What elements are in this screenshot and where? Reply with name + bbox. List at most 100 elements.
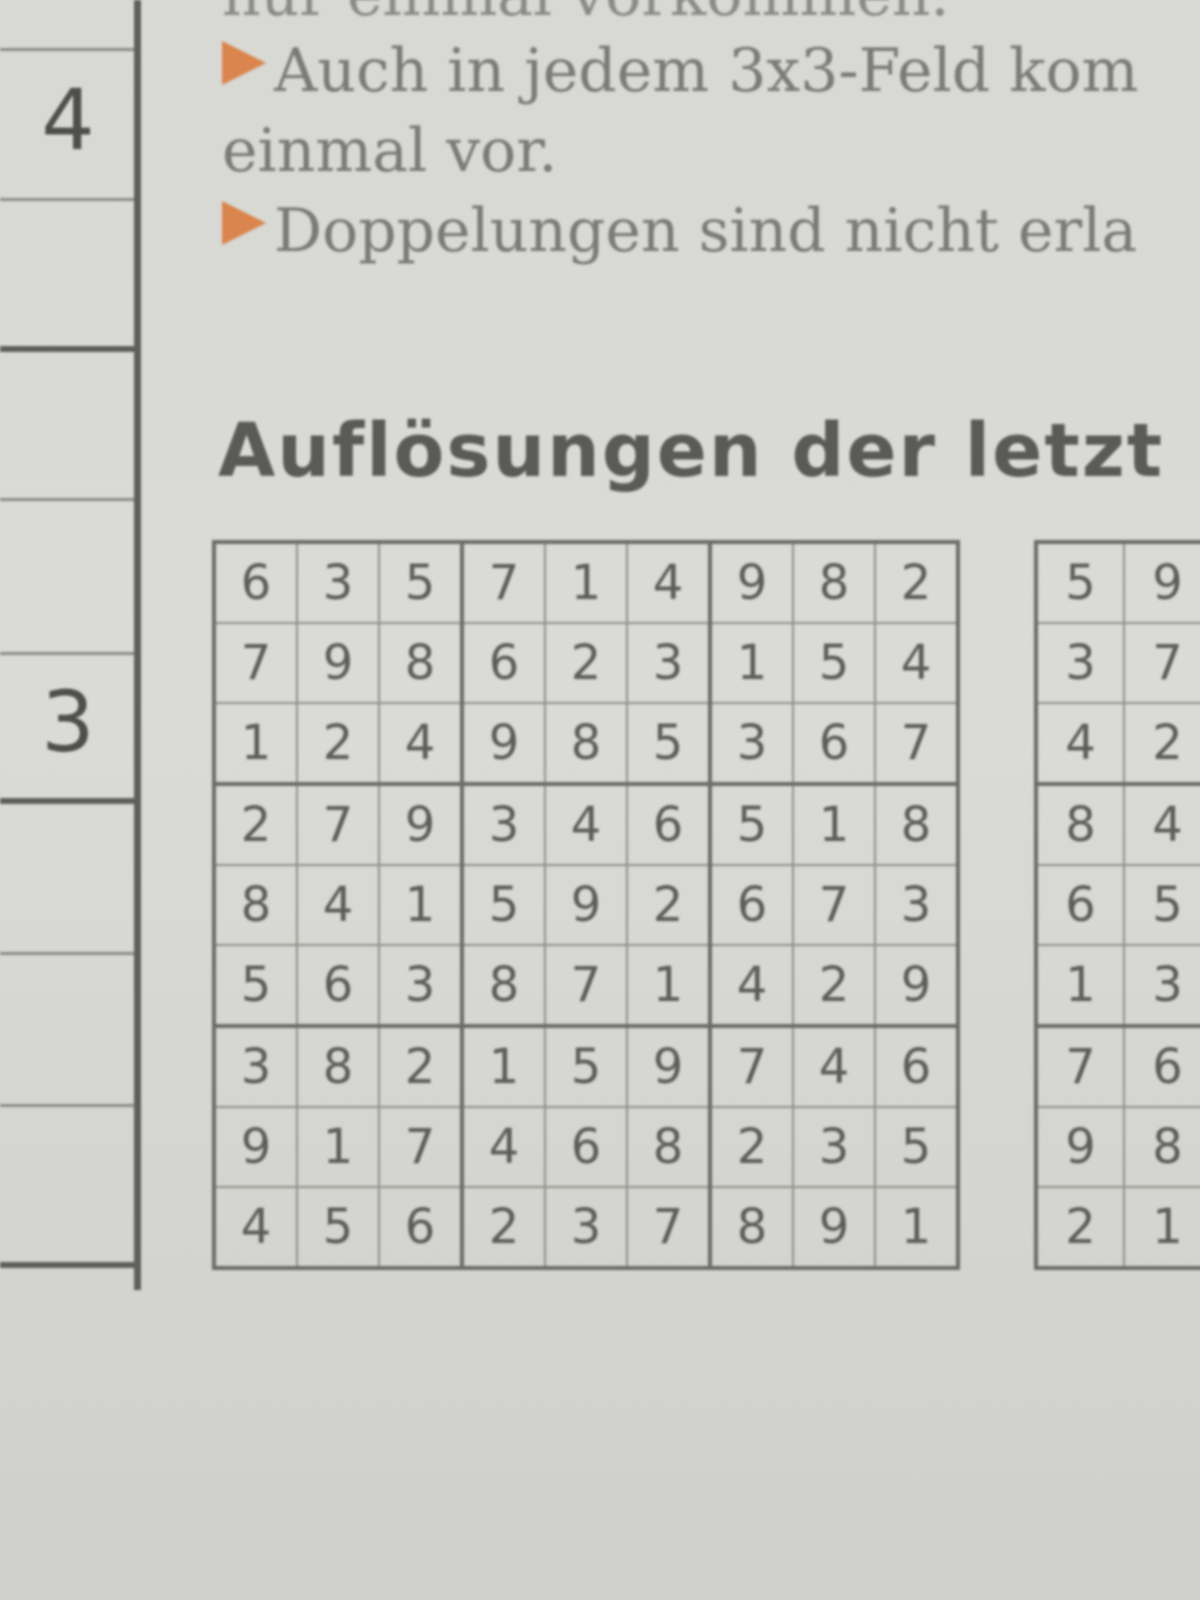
grid-cell: 1	[460, 1024, 546, 1108]
grid-cell: 1	[1123, 1186, 1200, 1269]
grid-cell: 4	[1035, 702, 1125, 785]
grid-cell: 8	[626, 1106, 711, 1188]
grid-row: 13	[1035, 944, 1200, 1027]
newspaper-page: 4 3 nur einmal vorkommen. Auch in jedem …	[0, 0, 1200, 1600]
grid-cell: 7	[626, 1186, 711, 1269]
grid-cell: 1	[378, 864, 463, 946]
grid-cell: 4	[874, 622, 959, 704]
grid-cell: 8	[296, 1024, 380, 1108]
grid-cell: 3	[378, 944, 463, 1027]
arrow-icon	[222, 201, 266, 245]
grid-cell: 3	[626, 622, 711, 704]
grid-cell: 9	[874, 944, 959, 1027]
grid-row: 37	[1035, 622, 1200, 704]
rule-line-2: Doppelungen sind nicht erla	[222, 196, 1137, 266]
sidebar-number-column: 4 3	[0, 0, 141, 1290]
grid-cell: 1	[213, 702, 298, 785]
grid-row: 798623154	[213, 622, 959, 704]
grid-cell: 8	[460, 944, 546, 1027]
grid-cell: 6	[874, 1024, 959, 1108]
divider	[0, 48, 134, 51]
grid-cell: 8	[1035, 782, 1125, 866]
grid-row: 279346518	[213, 782, 959, 866]
grid-cell: 4	[792, 1024, 876, 1108]
grid-cell: 2	[1123, 702, 1200, 785]
grid-cell: 5	[544, 1024, 628, 1108]
sudoku-solution-grid-partial: 593742846513769821	[1034, 540, 1200, 1270]
grid-cell: 4	[213, 1186, 298, 1269]
grid-cell: 6	[792, 702, 876, 785]
divider	[0, 952, 134, 955]
grid-row: 563871429	[213, 944, 959, 1027]
grid-cell: 3	[1035, 622, 1125, 704]
grid-cell: 3	[296, 541, 380, 624]
grid-row: 382159746	[213, 1024, 959, 1108]
grid-row: 124985367	[213, 702, 959, 785]
rule-line-cutoff: nur einmal vorkommen.	[222, 0, 950, 30]
grid-cell: 7	[378, 1106, 463, 1188]
rule-text: Auch in jedem 3x3-Feld kom	[274, 36, 1139, 106]
grid-row: 42	[1035, 702, 1200, 785]
grid-cell: 9	[544, 864, 628, 946]
grid-cell: 4	[708, 944, 794, 1027]
grid-cell: 8	[1123, 1106, 1200, 1188]
divider	[0, 652, 134, 655]
grid-row: 76	[1035, 1024, 1200, 1108]
arrow-icon	[222, 41, 266, 85]
grid-row: 21	[1035, 1186, 1200, 1269]
section-heading: Auflösungen der letzt	[218, 408, 1165, 494]
grid-cell: 7	[1123, 622, 1200, 704]
grid-row: 917468235	[213, 1106, 959, 1188]
divider	[0, 1262, 134, 1268]
grid-cell: 3	[708, 702, 794, 785]
grid-cell: 5	[708, 782, 794, 866]
grid-cell: 7	[874, 702, 959, 785]
grid-cell: 2	[708, 1106, 794, 1188]
grid-cell: 2	[296, 702, 380, 785]
grid-cell: 8	[213, 864, 298, 946]
grid-cell: 4	[296, 864, 380, 946]
grid-cell: 5	[1123, 864, 1200, 946]
grid-row: 456237891	[213, 1186, 959, 1269]
grid-cell: 6	[460, 622, 546, 704]
grid-cell: 6	[1035, 864, 1125, 946]
grid-cell: 6	[544, 1106, 628, 1188]
grid-cell: 1	[544, 541, 628, 624]
divider	[0, 1104, 134, 1107]
rule-line-1: Auch in jedem 3x3-Feld kom	[222, 36, 1139, 106]
grid-cell: 5	[626, 702, 711, 785]
grid-cell: 2	[1035, 1186, 1125, 1269]
grid-cell: 1	[708, 622, 794, 704]
grid-cell: 4	[460, 1106, 546, 1188]
grid-cell: 5	[460, 864, 546, 946]
grid-row: 84	[1035, 782, 1200, 866]
grid-cell: 1	[296, 1106, 380, 1188]
grid-row: 65	[1035, 864, 1200, 946]
grid-row: 98	[1035, 1106, 1200, 1188]
grid-cell: 2	[626, 864, 711, 946]
grid-cell: 3	[213, 1024, 298, 1108]
grid-cell: 5	[792, 622, 876, 704]
grid-cell: 3	[1123, 944, 1200, 1027]
grid-cell: 5	[874, 1106, 959, 1188]
sidebar-number: 4	[41, 71, 95, 169]
grid-cell: 8	[378, 622, 463, 704]
grid-cell: 6	[296, 944, 380, 1027]
grid-cell: 6	[378, 1186, 463, 1269]
grid-cell: 9	[213, 1106, 298, 1188]
grid-cell: 2	[378, 1024, 463, 1108]
divider	[0, 198, 134, 201]
grid-cell: 8	[792, 541, 876, 624]
grid-cell: 6	[708, 864, 794, 946]
grid-cell: 1	[1035, 944, 1125, 1027]
grid-cell: 7	[708, 1024, 794, 1108]
grid-cell: 3	[460, 782, 546, 866]
grid-cell: 9	[1035, 1106, 1125, 1188]
grid-cell: 9	[460, 702, 546, 785]
grid-cell: 6	[626, 782, 711, 866]
grid-cell: 4	[378, 702, 463, 785]
grid-cell: 9	[1123, 541, 1200, 624]
divider	[0, 798, 134, 804]
divider	[0, 498, 134, 501]
grid-cell: 5	[378, 541, 463, 624]
